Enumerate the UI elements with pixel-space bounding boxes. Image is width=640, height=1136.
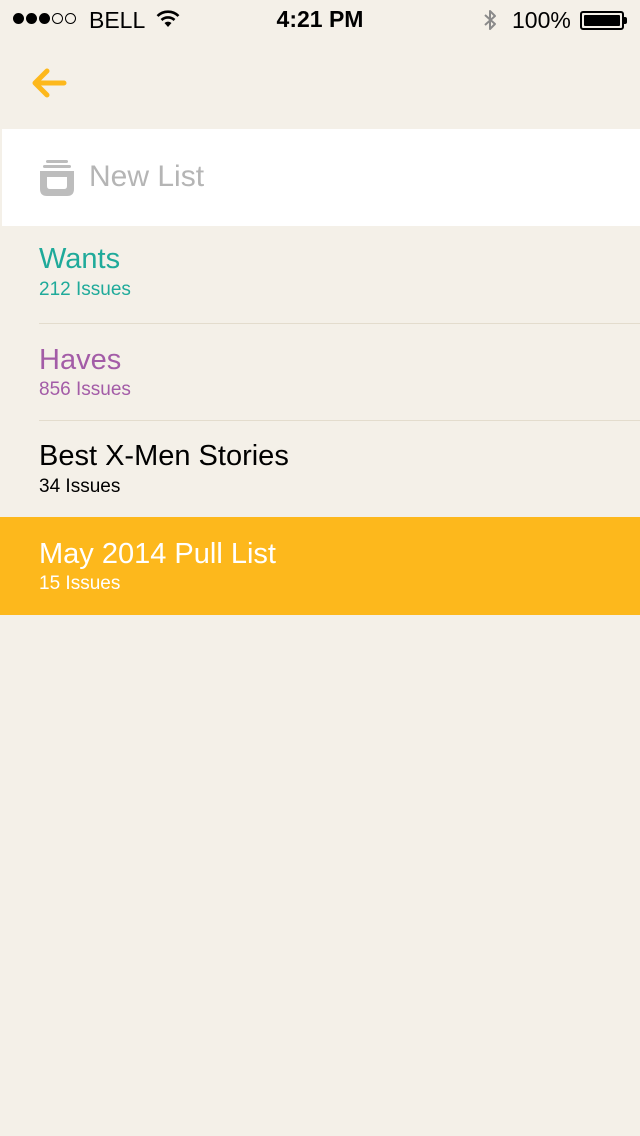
new-list-label: New List <box>89 160 205 193</box>
list-item-count: 34 Issues <box>39 476 121 497</box>
list-item-title: May 2014 Pull List <box>39 538 276 570</box>
stack-icon <box>40 160 74 196</box>
list-item-haves[interactable]: Haves 856 Issues <box>0 324 640 420</box>
back-button[interactable] <box>28 64 70 102</box>
list-item-best-x-men-stories[interactable]: Best X-Men Stories 34 Issues <box>0 421 640 517</box>
list-item-title: Wants <box>39 243 121 275</box>
list-item-title: Haves <box>39 344 122 376</box>
battery-icon <box>580 11 627 30</box>
bluetooth-icon <box>484 10 496 30</box>
list-item-count: 212 Issues <box>39 279 131 300</box>
list-item-may-2014-pull-list[interactable]: May 2014 Pull List 15 Issues <box>0 517 640 615</box>
list-item-title: Best X-Men Stories <box>39 440 289 472</box>
list-item-wants[interactable]: Wants 212 Issues <box>0 226 640 323</box>
arrow-left-icon <box>32 68 67 98</box>
list-item-count: 856 Issues <box>39 379 131 400</box>
list-item-count: 15 Issues <box>39 573 121 594</box>
battery-percentage: 100% <box>512 7 571 33</box>
new-list-button[interactable]: New List <box>2 129 640 226</box>
status-bar: BELL 4:21 PM 100% <box>0 0 640 40</box>
